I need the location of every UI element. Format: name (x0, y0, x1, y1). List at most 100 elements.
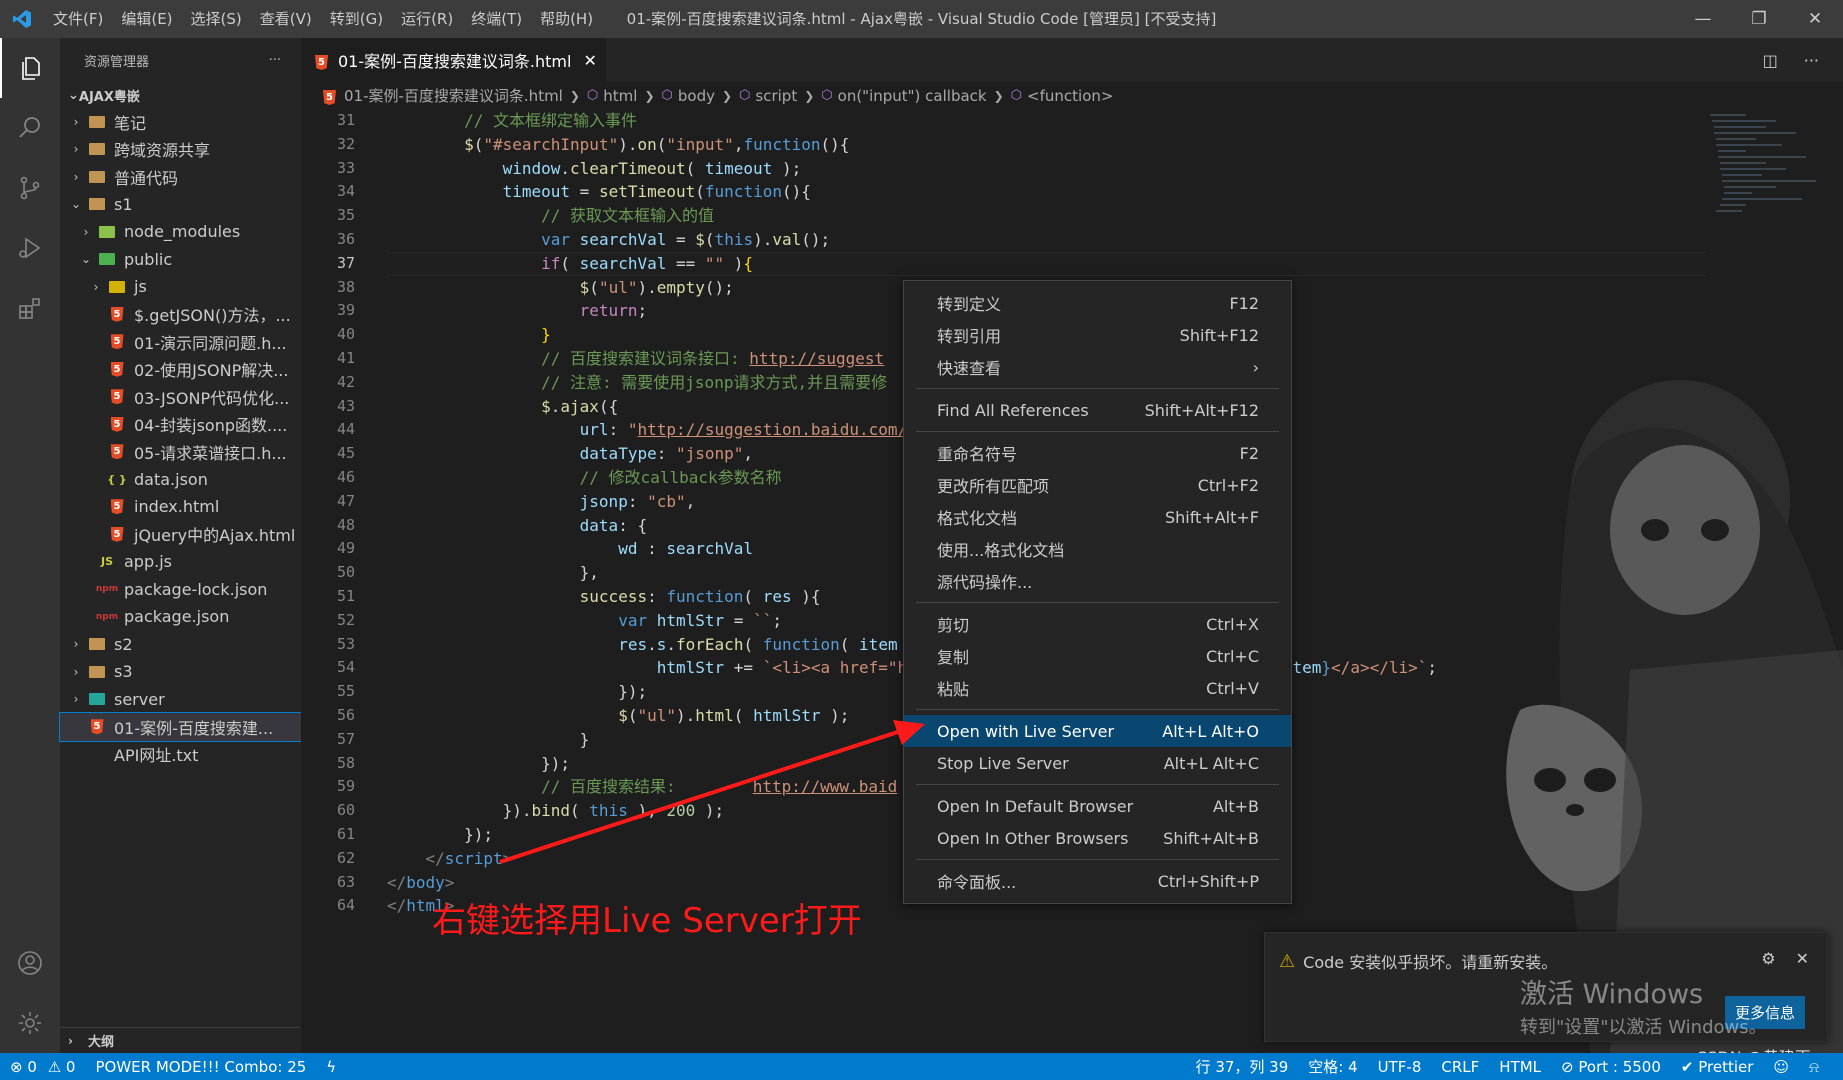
minimize-button[interactable]: — (1675, 0, 1731, 38)
outline-section[interactable]: › 大纲 (60, 1027, 301, 1053)
menu-item[interactable]: 运行(R) (392, 0, 462, 38)
workspace-root[interactable]: ⌄ AJAX粤嵌 (60, 82, 301, 108)
more-actions-icon[interactable]: ··· (269, 53, 281, 68)
more-actions-icon[interactable]: ··· (1804, 51, 1819, 70)
menu-item[interactable]: 终端(T) (462, 0, 531, 38)
live-server-port[interactable]: ⊘ Port : 5500 (1551, 1058, 1671, 1076)
menu-item[interactable]: 文件(F) (44, 0, 112, 38)
breadcrumb-item[interactable]: script (755, 87, 797, 105)
tree-folder[interactable]: › s2 (60, 631, 301, 659)
context-menu-item[interactable]: 复制 Ctrl+C (904, 640, 1291, 672)
tree-file[interactable]: 5 index.html (60, 493, 301, 521)
code-line[interactable]: timeout = setTimeout(function(){ (387, 180, 1807, 204)
gear-icon[interactable]: ⚙ (1761, 949, 1775, 968)
context-menu-item[interactable]: 命令面板... Ctrl+Shift+P (904, 865, 1291, 897)
code-token: ), (627, 801, 667, 821)
context-menu-item[interactable]: 格式化文档 Shift+Alt+F (904, 501, 1291, 533)
run-debug-icon[interactable] (0, 218, 60, 278)
tree-file[interactable]: 5 01-案例-百度搜索建... (59, 712, 302, 742)
tree-file[interactable]: JS app.js (60, 548, 301, 576)
tree-file[interactable]: npm package-lock.json (60, 576, 301, 604)
tree-folder[interactable]: › server (60, 686, 301, 714)
code-line[interactable]: $("#searchInput").on("input",function(){ (387, 133, 1807, 157)
code-line[interactable]: var searchVal = $(this).val(); (387, 228, 1807, 252)
search-icon[interactable] (0, 98, 60, 158)
tab-active-file[interactable]: 5 01-案例-百度搜索建议词条.html ✕ (301, 38, 606, 82)
context-menu-item[interactable]: 剪切 Ctrl+X (904, 608, 1291, 640)
settings-gear-icon[interactable] (0, 993, 60, 1053)
breadcrumb-item[interactable]: body (678, 87, 715, 105)
breadcrumb-item[interactable]: on("input") callback (838, 87, 987, 105)
close-icon[interactable]: ✕ (1796, 949, 1809, 968)
tree-file[interactable]: 5 $.getJSON()方法，... (60, 301, 301, 329)
tree-file[interactable]: 5 04-封装jsonp函数.... (60, 411, 301, 439)
feedback-icon[interactable]: ☺ (1763, 1058, 1799, 1076)
extensions-icon[interactable] (0, 278, 60, 338)
split-editor-icon[interactable]: ◫ (1763, 51, 1778, 70)
power-mode-status[interactable]: POWER MODE!!! Combo: 25 (85, 1058, 316, 1076)
line-ending[interactable]: CRLF (1431, 1058, 1489, 1076)
explorer-icon[interactable] (0, 38, 60, 98)
context-menu-item[interactable]: 转到引用 Shift+F12 (904, 319, 1291, 351)
context-menu-item[interactable]: 更改所有匹配项 Ctrl+F2 (904, 469, 1291, 501)
lightning-icon[interactable]: ϟ (316, 1058, 346, 1076)
cursor-position[interactable]: 行 37，列 39 (1186, 1056, 1299, 1077)
menu-item[interactable]: 选择(S) (182, 0, 251, 38)
code-line[interactable]: // 获取文本框输入的值 (387, 204, 1807, 228)
menu-item[interactable]: 帮助(H) (531, 0, 602, 38)
tree-file[interactable]: 5 03-JSONP代码优化... (60, 383, 301, 411)
code-token: ( (473, 134, 484, 154)
tree-folder[interactable]: › 跨域资源共享 (60, 136, 301, 164)
breadcrumb-item[interactable]: <function> (1027, 87, 1113, 105)
code-line[interactable]: window.clearTimeout( timeout ); (387, 157, 1807, 181)
menu-item[interactable]: 编辑(E) (112, 0, 181, 38)
prettier-status[interactable]: ✔ Prettier (1671, 1058, 1764, 1076)
menu-item[interactable]: 转到(G) (321, 0, 392, 38)
context-menu-item[interactable]: 快速查看 › (904, 351, 1291, 383)
minimap[interactable] (1706, 109, 1826, 249)
code-token: dataType (579, 444, 657, 464)
code-token: : { (618, 515, 648, 535)
close-button[interactable]: ✕ (1787, 0, 1843, 38)
context-menu-item[interactable]: 重命名符号 F2 (904, 437, 1291, 469)
tree-folder[interactable]: ⌄ public (60, 246, 301, 274)
code-line[interactable]: // 文本框绑定输入事件 (387, 109, 1807, 133)
context-menu-item[interactable]: 使用...格式化文档 (904, 533, 1291, 565)
tree-file[interactable]: npm package.json (60, 603, 301, 631)
context-menu-item[interactable]: 粘贴 Ctrl+V (904, 672, 1291, 704)
tree-file[interactable]: 5 05-请求菜谱接口.h... (60, 438, 301, 466)
context-menu-item[interactable]: Open with Live Server Alt+L Alt+O (904, 715, 1291, 747)
tree-folder[interactable]: › 笔记 (60, 108, 301, 136)
tree-item-label: 01-演示同源问题.h... (134, 333, 287, 353)
context-menu-item[interactable]: 转到定义 F12 (904, 287, 1291, 319)
tree-folder[interactable]: ⌄ s1 (60, 191, 301, 219)
breadcrumb-item[interactable]: 01-案例-百度搜索建议词条.html (344, 85, 563, 106)
indentation[interactable]: 空格: 4 (1298, 1056, 1367, 1077)
notifications-bell-icon[interactable]: ⍾ (1799, 1058, 1829, 1076)
breadcrumb-item[interactable]: html (603, 87, 637, 105)
tree-file[interactable]: 5 02-使用JSONP解决... (60, 356, 301, 384)
tree-file[interactable]: { } data.json (60, 466, 301, 494)
tree-file[interactable]: 5 jQuery中的Ajax.html (60, 521, 301, 549)
account-icon[interactable] (0, 933, 60, 993)
context-menu-item[interactable]: Find All References Shift+Alt+F12 (904, 394, 1291, 426)
context-menu-item[interactable]: Stop Live Server Alt+L Alt+C (904, 747, 1291, 779)
tree-folder[interactable]: › 普通代码 (60, 163, 301, 191)
context-menu-item[interactable]: Open In Other Browsers Shift+Alt+B (904, 822, 1291, 854)
encoding[interactable]: UTF-8 (1368, 1058, 1432, 1076)
restore-button[interactable]: ❐ (1731, 0, 1787, 38)
source-control-icon[interactable] (0, 158, 60, 218)
more-info-button[interactable]: 更多信息 (1724, 996, 1805, 1029)
tree-folder[interactable]: › js (60, 273, 301, 301)
tree-file[interactable]: 5 01-演示同源问题.h... (60, 328, 301, 356)
tree-file[interactable]: API网址.txt (60, 741, 301, 769)
problems-indicator[interactable]: ⊗ 0 ⚠ 0 (0, 1058, 85, 1076)
close-icon[interactable]: ✕ (583, 51, 596, 70)
context-menu-item[interactable]: 源代码操作... (904, 565, 1291, 597)
tree-folder[interactable]: › node_modules (60, 218, 301, 246)
language-mode[interactable]: HTML (1489, 1058, 1551, 1076)
code-line[interactable]: if( searchVal == "" ){ (387, 252, 1807, 276)
menu-item[interactable]: 查看(V) (251, 0, 321, 38)
context-menu-item[interactable]: Open In Default Browser Alt+B (904, 790, 1291, 822)
tree-folder[interactable]: › s3 (60, 658, 301, 686)
